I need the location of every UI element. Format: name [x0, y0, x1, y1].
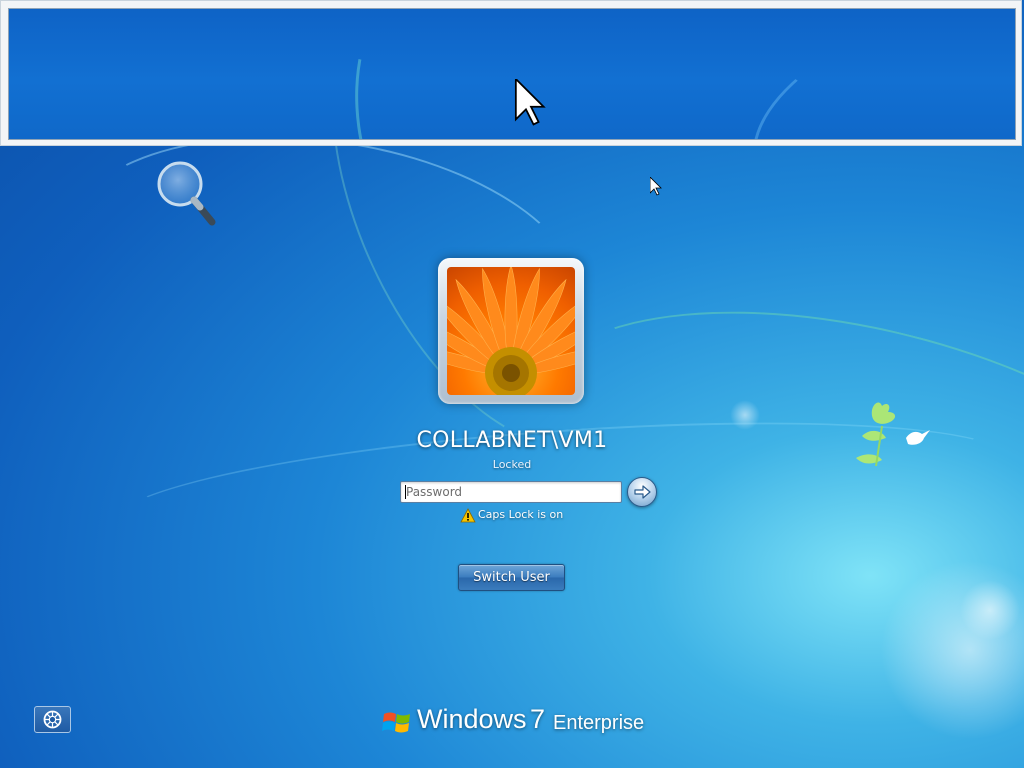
magnified-streak: [730, 9, 1015, 139]
caps-lock-text: Caps Lock is on: [478, 508, 564, 521]
flower-icon: [447, 267, 575, 395]
magnifier-pane: [0, 0, 1022, 146]
brand-version-text: 7: [530, 704, 546, 734]
caps-lock-warning: Caps Lock is on: [458, 507, 598, 525]
submit-arrow-button[interactable]: [627, 477, 657, 507]
password-input[interactable]: [400, 481, 622, 503]
switch-user-button[interactable]: Switch User: [458, 564, 565, 591]
arrow-right-icon: [634, 485, 651, 499]
user-tile: [438, 258, 584, 404]
brand-windows-text: Windows: [417, 704, 527, 734]
user-picture: [447, 267, 575, 395]
birds-icon: [856, 402, 930, 467]
mouse-cursor-icon: [650, 177, 662, 196]
magnified-cursor-icon: [514, 79, 546, 126]
lock-screen: COLLABNET\VM1 Locked Caps Lock is on Swi…: [0, 0, 1024, 768]
windows-logo-icon: [382, 712, 410, 733]
wallpaper-glow: [960, 580, 1020, 640]
magnifier-lens-icon[interactable]: [156, 160, 218, 230]
status-label: Locked: [492, 458, 532, 471]
brand-edition-text: Enterprise: [553, 712, 645, 734]
warning-icon: [460, 508, 476, 523]
ease-of-access-icon: [43, 710, 62, 729]
magnifier-view: [8, 8, 1016, 140]
text-caret: [405, 485, 406, 499]
username-label: COLLABNET\VM1: [416, 428, 608, 453]
ease-of-access-button[interactable]: [34, 706, 71, 733]
wallpaper-glow: [730, 400, 760, 430]
windows-branding: Windows 7 Enterprise: [382, 702, 662, 742]
